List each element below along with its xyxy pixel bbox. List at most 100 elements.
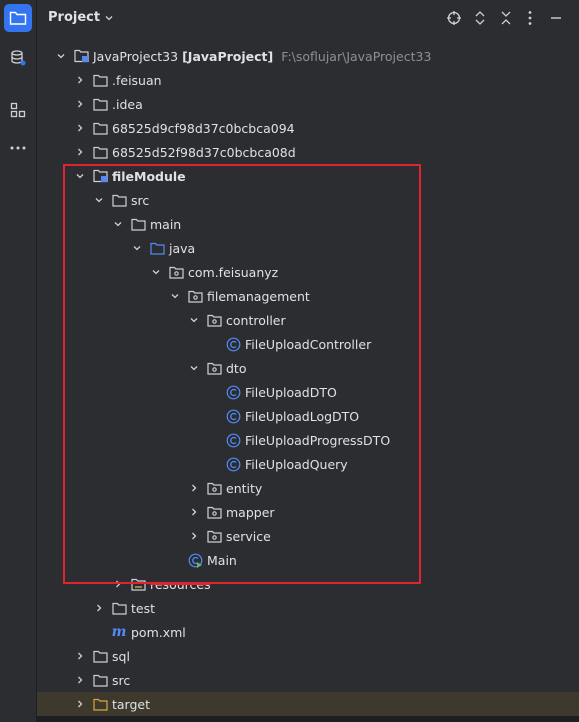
tree-node-label: target [112, 696, 151, 712]
tree-node-com-feisuanyz[interactable]: com.feisuanyz [37, 260, 579, 284]
folder-icon [130, 216, 146, 232]
project-tool-button[interactable] [4, 4, 32, 32]
folder-icon [92, 120, 108, 136]
tree-node-sql[interactable]: sql [37, 644, 579, 668]
no-arrow-spacer [205, 432, 221, 448]
tree-node-main[interactable]: Main [37, 548, 579, 572]
tree-node-service[interactable]: service [37, 524, 579, 548]
tree-node-filemodule[interactable]: fileModule [37, 164, 579, 188]
chevron-down-icon[interactable] [110, 216, 126, 232]
package-icon [206, 504, 222, 520]
collapse-all-button[interactable] [497, 9, 515, 27]
expand-icon [475, 11, 485, 25]
folder-icon [9, 11, 27, 25]
tree-node-filemanagement[interactable]: filemanagement [37, 284, 579, 308]
tree-node-label: pom.xml [131, 624, 186, 640]
chevron-right-icon[interactable] [72, 144, 88, 160]
java-class-icon [225, 408, 241, 424]
chevron-right-icon[interactable] [186, 504, 202, 520]
hide-panel-button[interactable] [547, 9, 565, 27]
main-class-icon [187, 552, 203, 568]
tree-node-68525d9cf98d37c0bcbca094[interactable]: 68525d9cf98d37c0bcbca094 [37, 116, 579, 140]
tree-node-label: java [169, 240, 196, 256]
maven-icon: m [111, 624, 127, 640]
more-tools-button[interactable] [4, 134, 32, 162]
chevron-right-icon[interactable] [110, 576, 126, 592]
no-arrow-spacer [205, 408, 221, 424]
expand-all-button[interactable] [471, 9, 489, 27]
no-arrow-spacer [91, 624, 107, 640]
tree-node-java[interactable]: java [37, 236, 579, 260]
folder-icon [111, 600, 127, 616]
module-icon [92, 168, 108, 184]
chevron-right-icon[interactable] [72, 72, 88, 88]
tree-node-main[interactable]: main [37, 212, 579, 236]
chevron-right-icon[interactable] [91, 600, 107, 616]
chevron-down-icon[interactable] [167, 288, 183, 304]
status-strip [36, 716, 579, 722]
tree-node-test[interactable]: test [37, 596, 579, 620]
chevron-right-icon[interactable] [186, 480, 202, 496]
tree-node-mapper[interactable]: mapper [37, 500, 579, 524]
chevron-right-icon[interactable] [72, 672, 88, 688]
chevron-right-icon[interactable] [186, 528, 202, 544]
chevron-down-icon[interactable] [129, 240, 145, 256]
chevron-down-icon[interactable] [53, 48, 69, 64]
tree-node-fileuploaddto[interactable]: FileUploadDTO [37, 380, 579, 404]
chevron-down-icon[interactable] [72, 168, 88, 184]
tree-node-src[interactable]: src [37, 188, 579, 212]
project-path-label: F:\soflujar\JavaProject33 [281, 48, 432, 64]
chevron-down-icon[interactable] [186, 312, 202, 328]
tree-node-fileuploadlogdto[interactable]: FileUploadLogDTO [37, 404, 579, 428]
database-icon [11, 50, 26, 66]
no-arrow-spacer [205, 336, 221, 352]
tree-node-label: com.feisuanyz [188, 264, 279, 280]
project-type-label: [JavaProject] [182, 48, 274, 64]
structure-tool-button[interactable] [4, 96, 32, 124]
tree-node-dto[interactable]: dto [37, 356, 579, 380]
locate-button[interactable] [445, 9, 463, 27]
tree-node-fileuploadquery[interactable]: FileUploadQuery [37, 452, 579, 476]
package-icon [187, 288, 203, 304]
source-folder-icon [149, 240, 165, 256]
tree-node-label: FileUploadDTO [245, 384, 337, 400]
folder-icon [92, 96, 108, 112]
tree-node-label: src [131, 192, 150, 208]
chevron-down-icon[interactable] [148, 264, 164, 280]
chevron-right-icon[interactable] [72, 120, 88, 136]
no-arrow-spacer [205, 456, 221, 472]
chevron-right-icon[interactable] [72, 696, 88, 712]
tree-node-label: 68525d9cf98d37c0bcbca094 [112, 120, 295, 136]
chevron-right-icon[interactable] [72, 96, 88, 112]
tree-node-resources[interactable]: resources [37, 572, 579, 596]
tree-node-68525d52f98d37c0bcbca08d[interactable]: 68525d52f98d37c0bcbca08d [37, 140, 579, 164]
tree-node-target[interactable]: target [37, 692, 579, 716]
tree-node-src[interactable]: src [37, 668, 579, 692]
tree-node-javaproject33[interactable]: JavaProject33 [JavaProject] F:\soflujar\Ja… [37, 44, 579, 68]
tree-node-fileuploadprogressdto[interactable]: FileUploadProgressDTO [37, 428, 579, 452]
tree-node-fileuploadcontroller[interactable]: FileUploadController [37, 332, 579, 356]
folder-icon [92, 72, 108, 88]
project-view-selector[interactable]: Project [48, 10, 114, 25]
tree-node--idea[interactable]: .idea [37, 92, 579, 116]
tree-node-label: test [131, 600, 156, 616]
tree-node-label: FileUploadProgressDTO [245, 432, 391, 448]
tree-node-entity[interactable]: entity [37, 476, 579, 500]
tree-node--feisuan[interactable]: .feisuan [37, 68, 579, 92]
chevron-right-icon[interactable] [72, 648, 88, 664]
folder-icon [92, 672, 108, 688]
database-tool-button[interactable] [4, 44, 32, 72]
tree-node-pom-xml[interactable]: m pom.xml [37, 620, 579, 644]
java-class-icon [225, 336, 241, 352]
tree-node-label: FileUploadController [245, 336, 372, 352]
package-icon [206, 528, 222, 544]
tree-node-label: mapper [226, 504, 275, 520]
options-button[interactable] [521, 9, 539, 27]
chevron-down-icon[interactable] [91, 192, 107, 208]
tree-node-label: sql [112, 648, 130, 664]
collapse-icon [501, 11, 511, 25]
tree-node-label: FileUploadLogDTO [245, 408, 360, 424]
tree-node-controller[interactable]: controller [37, 308, 579, 332]
chevron-down-icon[interactable] [186, 360, 202, 376]
tree-node-label: dto [226, 360, 247, 376]
